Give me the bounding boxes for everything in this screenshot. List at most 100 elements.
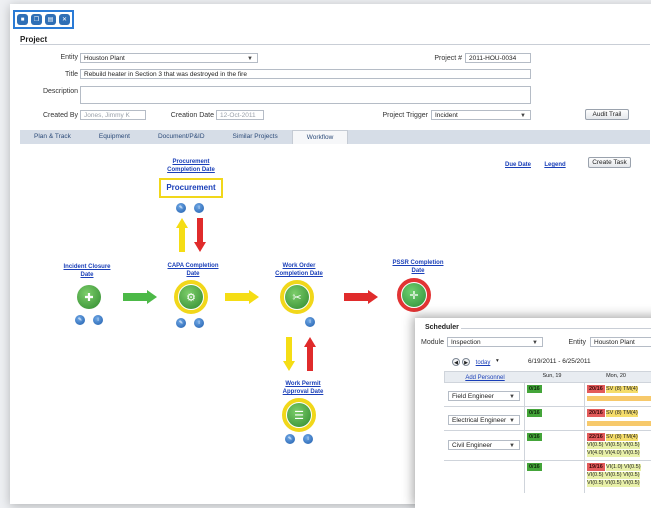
pssr-completion-link[interactable]: PSSR Completion Date: [388, 259, 448, 275]
assignment-text[interactable]: VI(0.5) VI(0.5) VI(0.5): [587, 442, 640, 449]
work-permit-approval-node[interactable]: ☰: [282, 398, 316, 432]
row-divider: [444, 406, 651, 407]
title-field[interactable]: Rebuild heater in Section 3 that was des…: [80, 69, 531, 79]
section-title: Project: [20, 35, 48, 44]
scheduler-entity-select[interactable]: Houston Plant: [590, 337, 651, 347]
print-icon[interactable]: ▤: [45, 14, 56, 25]
description-field[interactable]: [80, 86, 531, 104]
date-range: 6/19/2011 - 6/25/2011: [528, 358, 591, 365]
edit-icon[interactable]: ✎: [176, 203, 186, 213]
work-order-completion-link[interactable]: Work Order Completion Date: [268, 262, 330, 278]
grid-divider: [584, 383, 585, 493]
today-link[interactable]: today: [473, 359, 493, 367]
role-value: Field Engineer: [452, 393, 494, 400]
entity-value: Houston Plant: [84, 55, 125, 62]
info-icon[interactable]: i: [194, 203, 204, 213]
schedule-bar: [587, 396, 651, 401]
role-value: Civil Engineer: [452, 442, 493, 449]
delete-icon[interactable]: ✕: [59, 14, 70, 25]
entity-select[interactable]: Houston Plant ▼: [80, 53, 258, 63]
assignment-text[interactable]: VI(1.0) VI(0.5): [606, 464, 641, 471]
role-select[interactable]: Civil Engineer ▼: [448, 440, 520, 450]
chevron-down-icon: ▼: [509, 443, 515, 449]
capa-completion-node[interactable]: ⚙: [174, 280, 208, 314]
info-icon[interactable]: i: [93, 315, 103, 325]
tab-similar-projects[interactable]: Similar Projects: [219, 130, 292, 144]
edit-icon[interactable]: ✎: [75, 315, 85, 325]
capa-icon: ⚙: [179, 285, 203, 309]
chevron-down-icon: ▼: [520, 113, 526, 119]
arrow-down-yellow: [283, 337, 295, 371]
info-icon[interactable]: i: [194, 318, 204, 328]
schedule-bar: [587, 421, 651, 426]
incident-closure-node[interactable]: ✚: [72, 280, 106, 314]
project-trigger-value: Incident: [435, 112, 458, 119]
availability-badge: 22/16: [587, 433, 605, 441]
pssr-completion-node[interactable]: ✛: [397, 278, 431, 312]
due-date-link[interactable]: Due Date: [498, 161, 538, 169]
assignment-text[interactable]: VI(0.5) VI(0.5) VI(0.5): [587, 472, 640, 479]
tab-plan-track[interactable]: Plan & Track: [20, 130, 85, 144]
info-icon[interactable]: i: [305, 317, 315, 327]
assignment-text[interactable]: SV (8) TM(4): [606, 410, 638, 417]
project-trigger-select[interactable]: Incident ▼: [431, 110, 531, 120]
work-permit-approval-link[interactable]: Work Permit Approval Date: [272, 380, 334, 396]
project-number-field[interactable]: 2011-HOU-0034: [465, 53, 531, 63]
assignment-text[interactable]: SV (8) TM(4): [606, 386, 638, 393]
legend-link[interactable]: Legend: [540, 161, 570, 169]
copy-icon[interactable]: ❐: [31, 14, 42, 25]
scheduler-title: Scheduler: [425, 324, 459, 331]
incident-closure-link[interactable]: Incident Closure Date: [60, 263, 114, 279]
availability-badge: 0/16: [527, 409, 542, 417]
creation-date-field[interactable]: 12-Oct-2011: [216, 110, 264, 120]
next-week-icon[interactable]: ▶: [462, 358, 470, 366]
module-select[interactable]: Inspection ▼: [447, 337, 543, 347]
arrow-up-red: [304, 337, 316, 371]
create-task-button[interactable]: Create Task: [588, 157, 631, 168]
info-icon[interactable]: i: [303, 434, 313, 444]
chevron-down-icon: ▼: [509, 394, 515, 400]
assignment-text[interactable]: SV (8) TM(4): [606, 434, 638, 441]
tab-bar: Plan & Track Equipment Document/P&ID Sim…: [20, 130, 650, 144]
target-icon: ✛: [402, 283, 426, 307]
assignment-text[interactable]: VI(0.5) VI(0.5) VI(0.5): [587, 480, 640, 487]
title-label: Title: [65, 71, 78, 78]
availability-badge: 19/16: [587, 463, 605, 471]
row-divider: [444, 460, 651, 461]
chevron-down-icon[interactable]: ▾: [496, 358, 499, 365]
tab-document-pid[interactable]: Document/P&ID: [144, 130, 219, 144]
toolbar: ■ ❐ ▤ ✕: [13, 10, 74, 29]
module-label: Module: [421, 339, 444, 346]
edit-icon[interactable]: ✎: [285, 434, 295, 444]
permit-icon: ☰: [287, 403, 311, 427]
created-by-field[interactable]: Jones, Jimmy K: [80, 110, 146, 120]
assignment-text[interactable]: VI(4.0) VI(4.0) VI(0.5): [587, 450, 640, 457]
arrow-down-red: [194, 218, 206, 252]
save-icon[interactable]: ■: [17, 14, 28, 25]
audit-trail-button[interactable]: Audit Trail: [585, 109, 629, 120]
tab-equipment[interactable]: Equipment: [85, 130, 144, 144]
incident-icon: ✚: [77, 285, 101, 309]
availability-badge: 20/16: [587, 409, 605, 417]
capa-completion-link[interactable]: CAPA Completion Date: [163, 262, 223, 278]
edit-icon[interactable]: ✎: [176, 318, 186, 328]
work-order-completion-node[interactable]: ✂: [280, 280, 314, 314]
project-trigger-label: Project Trigger: [382, 112, 428, 119]
description-label: Description: [42, 88, 78, 95]
procurement-completion-link[interactable]: Procurement Completion Date: [161, 158, 221, 174]
project-number-label: Project #: [434, 55, 462, 62]
creation-date-label: Creation Date: [170, 112, 214, 119]
procurement-box[interactable]: Procurement: [159, 178, 223, 198]
scheduler-entity-label: Entity: [568, 339, 586, 346]
add-personnel-link[interactable]: Add Personnel: [452, 374, 518, 382]
role-select[interactable]: Electrical Engineer ▼: [448, 415, 520, 425]
entity-label: Entity: [60, 54, 78, 61]
tools-icon: ✂: [285, 285, 309, 309]
arrow-right-red: [344, 290, 378, 304]
availability-badge: 20/16: [587, 385, 605, 393]
chevron-down-icon: ▼: [509, 418, 515, 424]
column-header: Sun, 19: [542, 373, 562, 379]
role-select[interactable]: Field Engineer ▼: [448, 391, 520, 401]
tab-workflow[interactable]: Workflow: [291, 130, 349, 144]
prev-week-icon[interactable]: ◀: [452, 358, 460, 366]
